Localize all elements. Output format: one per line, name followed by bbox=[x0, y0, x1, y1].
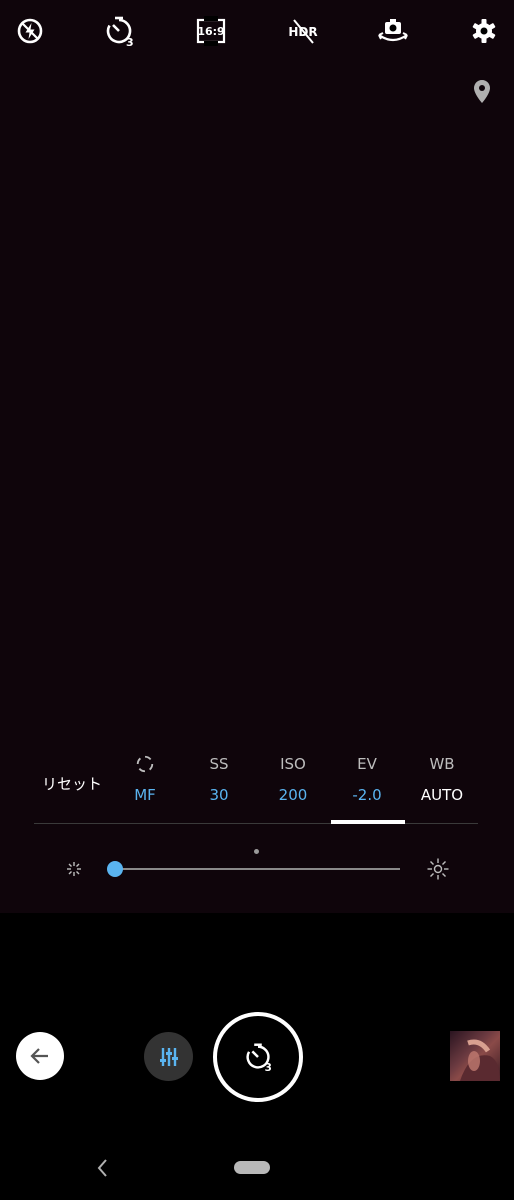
focus-icon bbox=[109, 753, 181, 775]
white-balance-value: AUTO bbox=[420, 786, 464, 804]
ev-value: -2.0 bbox=[352, 786, 382, 804]
location-pin-icon bbox=[470, 78, 494, 106]
nav-home-pill[interactable] bbox=[234, 1161, 270, 1174]
ev-slider[interactable] bbox=[60, 853, 460, 885]
self-timer-icon: 3 bbox=[246, 1043, 272, 1074]
back-button[interactable] bbox=[16, 1032, 64, 1080]
shutter-speed-value: 30 bbox=[209, 786, 229, 804]
switch-camera-icon[interactable] bbox=[375, 13, 411, 49]
white-balance-label: WB bbox=[429, 755, 455, 773]
top-toolbar: 3 16:9 HDR bbox=[0, 0, 514, 60]
iso-label: ISO bbox=[280, 755, 306, 773]
back-arrow-icon bbox=[30, 1048, 48, 1064]
flash-off-icon[interactable] bbox=[12, 13, 48, 49]
sliders-icon bbox=[159, 1047, 178, 1066]
manual-settings-button[interactable] bbox=[144, 1032, 193, 1081]
timer-badge: 3 bbox=[126, 36, 134, 49]
ev-label: EV bbox=[357, 755, 377, 773]
gallery-thumbnail[interactable] bbox=[450, 1031, 500, 1081]
slider-track[interactable] bbox=[112, 868, 400, 870]
iso-control[interactable]: ISO 200 bbox=[257, 753, 329, 806]
self-timer-3s-icon[interactable]: 3 bbox=[101, 13, 137, 49]
settings-gear-icon[interactable] bbox=[466, 13, 502, 49]
aspect-ratio-label: 16:9 bbox=[197, 25, 224, 38]
shutter-button[interactable]: 3 bbox=[213, 1012, 303, 1102]
controls-divider bbox=[34, 823, 478, 824]
white-balance-control[interactable]: WB AUTO bbox=[406, 753, 478, 806]
manual-controls: リセット MF SS 30 ISO 200 EV -2.0 WB AUTO bbox=[0, 745, 514, 825]
shutter-speed-label: SS bbox=[209, 755, 229, 773]
brightness-high-icon bbox=[426, 857, 450, 881]
ev-control[interactable]: EV -2.0 bbox=[331, 753, 403, 806]
focus-value: MF bbox=[134, 786, 156, 804]
selected-tab-indicator bbox=[331, 820, 405, 824]
hdr-off-icon[interactable]: HDR bbox=[285, 13, 321, 49]
aspect-ratio-icon[interactable]: 16:9 bbox=[193, 13, 229, 49]
shutter-speed-control[interactable]: SS 30 bbox=[183, 753, 255, 806]
shutter-timer-badge: 3 bbox=[265, 1062, 272, 1074]
brightness-low-icon bbox=[64, 859, 84, 879]
iso-value: 200 bbox=[278, 786, 308, 804]
slider-knob[interactable] bbox=[107, 861, 123, 877]
focus-control[interactable]: MF bbox=[109, 753, 181, 806]
thumbnail-image bbox=[460, 1039, 500, 1081]
nav-back-icon[interactable] bbox=[92, 1156, 112, 1180]
reset-button[interactable]: リセット bbox=[34, 770, 110, 798]
